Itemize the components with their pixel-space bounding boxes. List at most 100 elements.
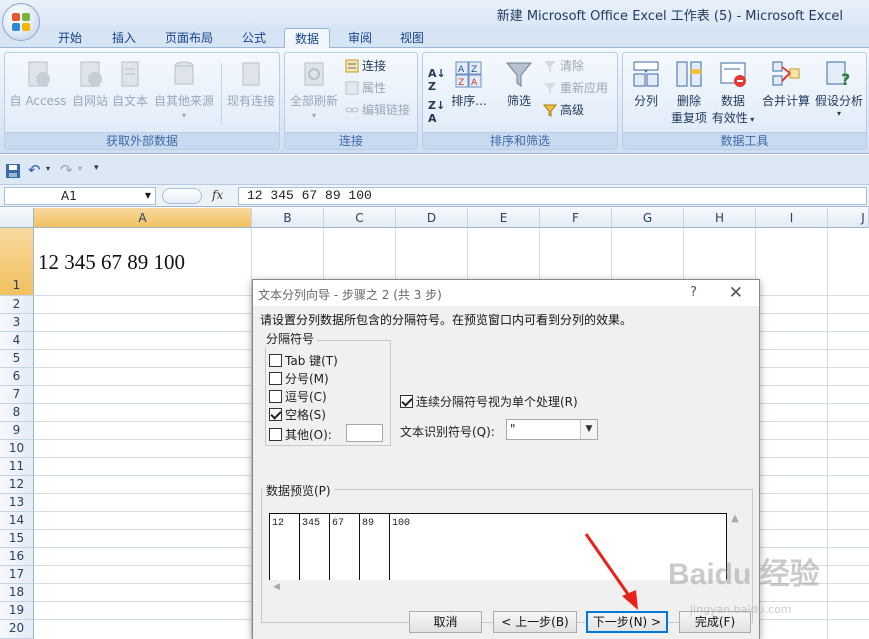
- other-checkbox[interactable]: [269, 428, 282, 441]
- row-header[interactable]: 12: [0, 476, 34, 494]
- column-header[interactable]: E: [468, 208, 540, 228]
- group-connections: 全部刷新 ▾ 连接 属性 编辑链接 连接: [284, 52, 418, 150]
- chevron-down-icon[interactable]: ▼: [580, 420, 597, 439]
- row-header[interactable]: 11: [0, 458, 34, 476]
- delimiter-semicolon-option[interactable]: 分号(M): [269, 370, 329, 387]
- filter-button[interactable]: 筛选: [501, 59, 537, 109]
- column-header[interactable]: B: [252, 208, 324, 228]
- tab-data[interactable]: 数据: [284, 28, 331, 49]
- delimiter-comma-option[interactable]: 逗号(C): [269, 388, 327, 405]
- other-delimiter-input[interactable]: [346, 424, 383, 442]
- from-web-button[interactable]: 自网站: [71, 59, 109, 109]
- row-header[interactable]: 3: [0, 314, 34, 332]
- cell-a1[interactable]: 12 345 67 89 100: [38, 250, 185, 275]
- preview-column[interactable]: 100: [390, 514, 420, 580]
- row-header[interactable]: 19: [0, 602, 34, 620]
- insert-function-icon[interactable]: fx: [212, 188, 223, 202]
- row-header[interactable]: 5: [0, 350, 34, 368]
- text-to-columns-button[interactable]: 分列: [627, 59, 665, 109]
- delimiter-other-option[interactable]: 其他(O):: [269, 426, 332, 443]
- semicolon-checkbox[interactable]: [269, 372, 282, 385]
- consecutive-checkbox[interactable]: [400, 395, 413, 408]
- advanced-button[interactable]: 高级: [543, 101, 584, 119]
- existing-connections-button[interactable]: 现有连接: [225, 59, 277, 109]
- column-header[interactable]: I: [756, 208, 828, 228]
- row-header[interactable]: 13: [0, 494, 34, 512]
- row-header[interactable]: 6: [0, 368, 34, 386]
- column-header[interactable]: A: [34, 208, 252, 228]
- preview-column[interactable]: 345: [300, 514, 330, 580]
- text-qualifier-label: 文本识别符号(Q):: [400, 425, 495, 439]
- properties-button[interactable]: 属性: [345, 79, 386, 97]
- undo-icon[interactable]: ↶: [28, 161, 41, 179]
- space-checkbox[interactable]: [269, 408, 282, 421]
- tab-home[interactable]: 开始: [48, 28, 92, 48]
- sort-az-button[interactable]: A↓ Z: [428, 67, 446, 93]
- row-header[interactable]: 2: [0, 296, 34, 314]
- what-if-analysis-button[interactable]: ? 假设分析 ▾: [813, 59, 865, 118]
- refresh-all-button[interactable]: 全部刷新 ▾: [287, 59, 341, 120]
- preview-column[interactable]: 89: [360, 514, 390, 580]
- cancel-button[interactable]: 取消: [409, 611, 482, 633]
- office-button[interactable]: [2, 3, 40, 41]
- customize-qat-icon[interactable]: ▾: [94, 163, 99, 173]
- row-header[interactable]: 7: [0, 386, 34, 404]
- sort-za-button[interactable]: Z↓ A: [428, 99, 445, 125]
- formula-bar-resize-handle[interactable]: [162, 188, 202, 204]
- back-button[interactable]: < 上一步(B): [493, 611, 577, 633]
- from-access-button[interactable]: 自 Access: [9, 59, 67, 109]
- save-icon[interactable]: [6, 164, 20, 178]
- row-header[interactable]: 20: [0, 620, 34, 639]
- tab-formulas[interactable]: 公式: [232, 28, 276, 48]
- tab-review[interactable]: 审阅: [338, 28, 382, 48]
- preview-column[interactable]: 67: [330, 514, 360, 580]
- row-header[interactable]: 9: [0, 422, 34, 440]
- tab-insert[interactable]: 插入: [102, 28, 146, 48]
- delimiter-space-option[interactable]: 空格(S): [269, 406, 326, 423]
- select-all-corner[interactable]: [0, 208, 34, 228]
- tab-checkbox[interactable]: [269, 354, 282, 367]
- row-header[interactable]: 1: [0, 228, 34, 296]
- scroll-up-icon[interactable]: ▲: [731, 513, 739, 524]
- column-header[interactable]: D: [396, 208, 468, 228]
- delimiter-tab-option[interactable]: Tab 键(T): [269, 352, 338, 369]
- name-box[interactable]: A1 ▼: [4, 187, 156, 205]
- preview-column[interactable]: 12: [270, 514, 300, 580]
- undo-dropdown-icon[interactable]: ▾: [46, 164, 50, 173]
- row-header[interactable]: 17: [0, 566, 34, 584]
- row-header[interactable]: 8: [0, 404, 34, 422]
- name-box-dropdown-icon[interactable]: ▼: [145, 188, 151, 204]
- from-other-sources-button[interactable]: 自其他来源 ▾: [153, 59, 215, 120]
- data-validation-button[interactable]: 数据 有效性 ▾: [711, 59, 755, 126]
- remove-duplicates-button[interactable]: 删除 重复项: [669, 59, 709, 126]
- row-header[interactable]: 4: [0, 332, 34, 350]
- close-icon[interactable]: ✕: [729, 283, 743, 303]
- row-header[interactable]: 10: [0, 440, 34, 458]
- row-header[interactable]: 14: [0, 512, 34, 530]
- tab-view[interactable]: 视图: [390, 28, 434, 48]
- text-qualifier-select[interactable]: " ▼: [506, 419, 598, 440]
- redo-dropdown-icon[interactable]: ▾: [78, 164, 82, 173]
- clear-button[interactable]: 清除: [543, 57, 584, 75]
- column-header[interactable]: F: [540, 208, 612, 228]
- column-header[interactable]: J: [828, 208, 869, 228]
- consecutive-delimiters-option[interactable]: 连续分隔符号视为单个处理(R): [400, 393, 578, 410]
- connections-button[interactable]: 连接: [345, 57, 386, 75]
- from-text-button[interactable]: 自文本: [111, 59, 149, 109]
- row-header[interactable]: 16: [0, 548, 34, 566]
- edit-links-button[interactable]: 编辑链接: [345, 101, 410, 119]
- column-header[interactable]: H: [684, 208, 756, 228]
- formula-input[interactable]: 12 345 67 89 100: [238, 187, 867, 205]
- sort-button[interactable]: AZZA 排序...: [451, 59, 487, 109]
- tab-page-layout[interactable]: 页面布局: [155, 28, 223, 48]
- consolidate-button[interactable]: 合并计算: [761, 59, 811, 109]
- comma-checkbox[interactable]: [269, 390, 282, 403]
- column-header[interactable]: G: [612, 208, 684, 228]
- scroll-left-icon[interactable]: ◀: [273, 582, 280, 592]
- redo-icon[interactable]: ↷: [60, 161, 73, 179]
- column-header[interactable]: C: [324, 208, 396, 228]
- help-icon[interactable]: ?: [690, 285, 697, 300]
- reapply-button[interactable]: 重新应用: [543, 79, 608, 97]
- row-header[interactable]: 18: [0, 584, 34, 602]
- row-header[interactable]: 15: [0, 530, 34, 548]
